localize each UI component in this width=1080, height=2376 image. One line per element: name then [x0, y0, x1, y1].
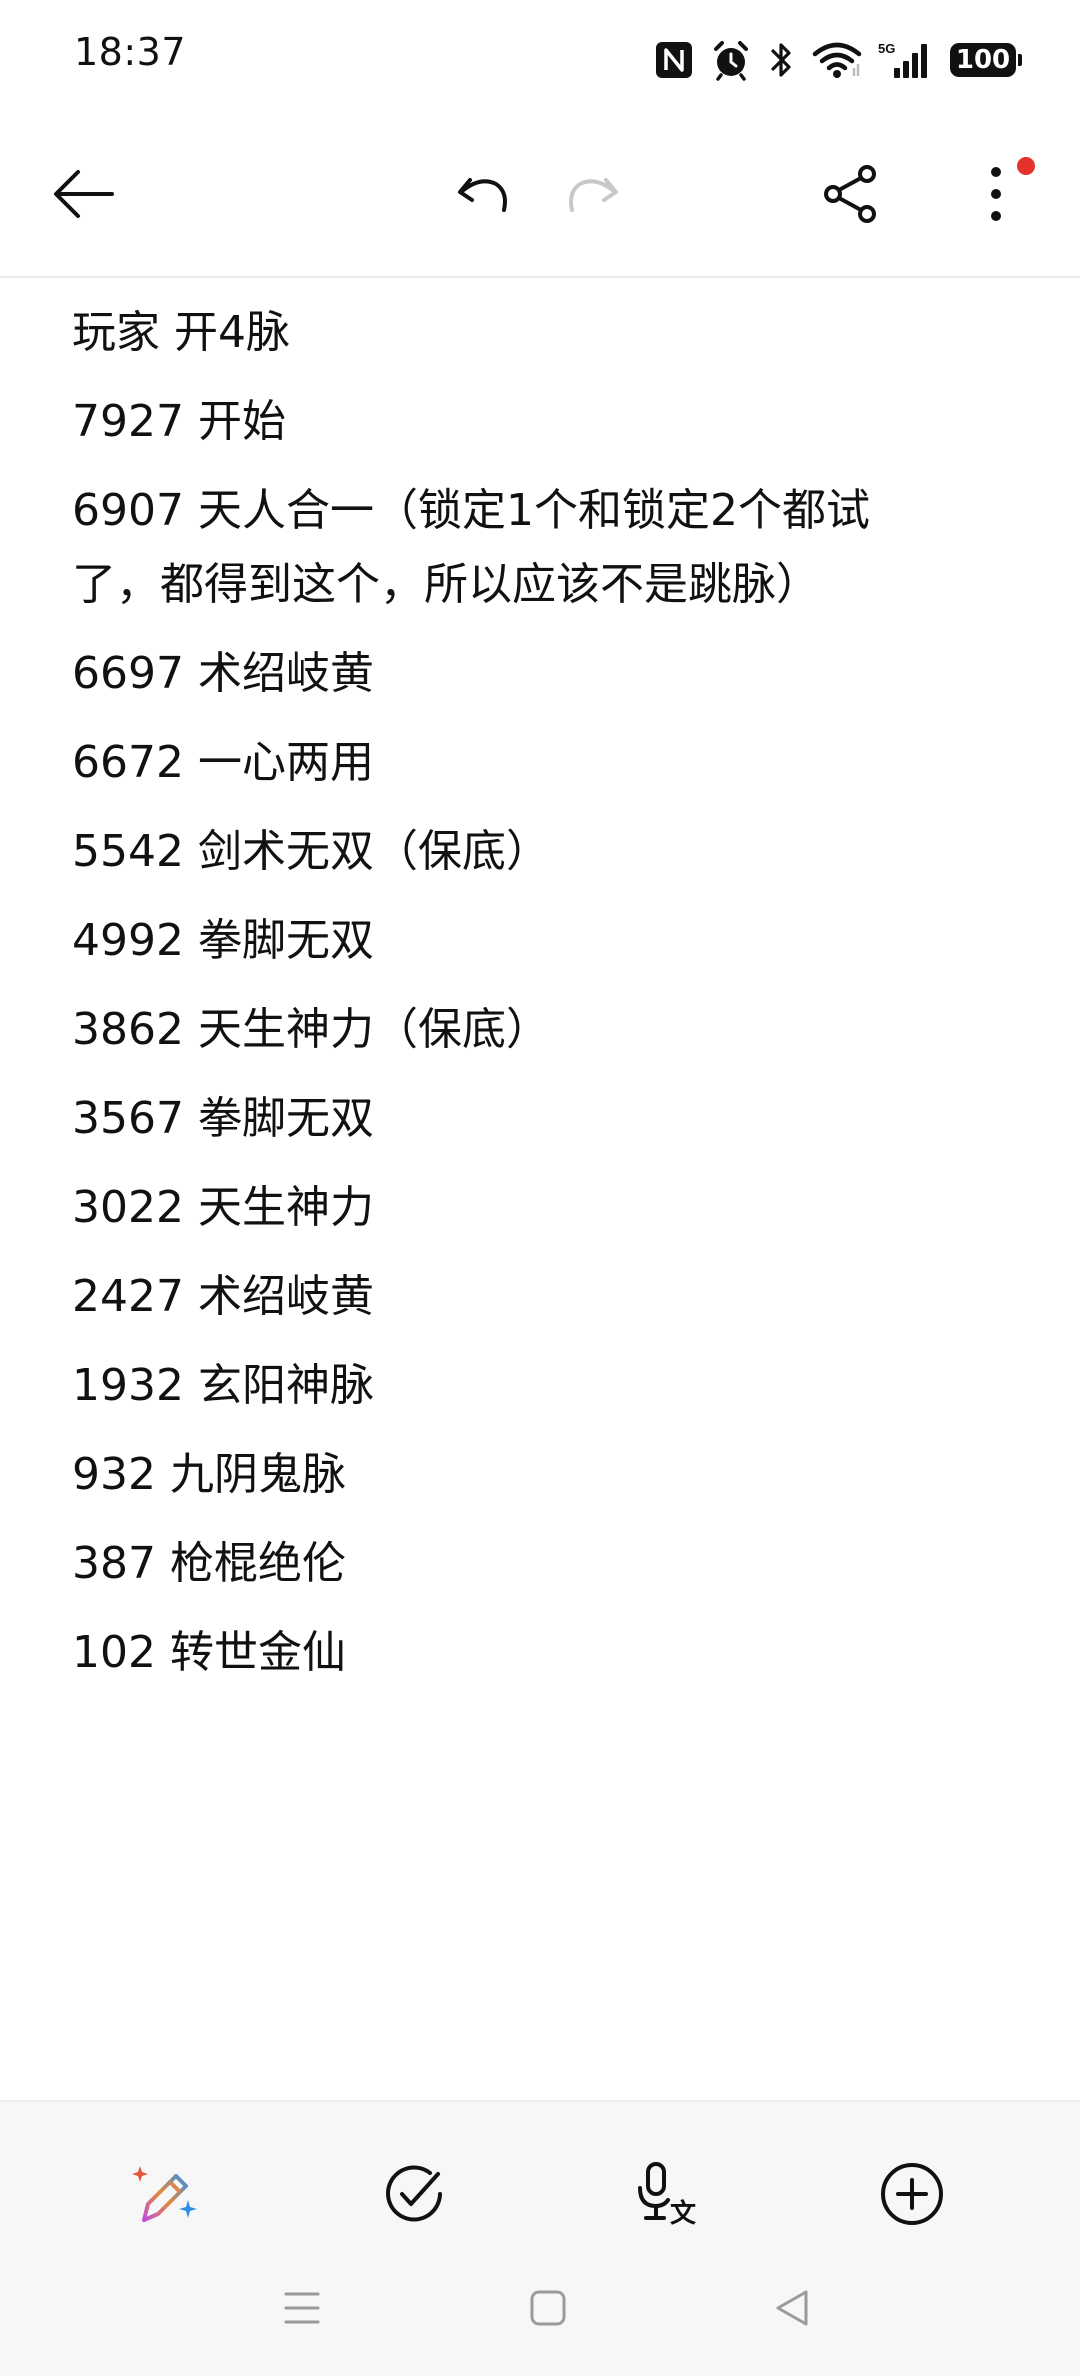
- bluetooth-icon: [768, 40, 796, 80]
- back-triangle-icon: [776, 2290, 808, 2326]
- battery-icon: 100: [950, 43, 1022, 77]
- nfc-icon: [654, 40, 694, 80]
- notes-screen: 18:37 5G 100 玩家 开4脉 7927 开始 6907 天人合一（锁定…: [0, 0, 1080, 2376]
- add-circle-icon: [881, 2163, 943, 2225]
- nav-home-button[interactable]: [508, 2276, 588, 2340]
- note-line: 5542 剑术无双（保底）: [72, 826, 550, 877]
- nav-recents-button[interactable]: [262, 2276, 342, 2340]
- redo-button[interactable]: [546, 146, 642, 242]
- wifi-icon: [812, 40, 862, 80]
- more-vert-icon: [991, 167, 1001, 221]
- note-line: 7927 开始: [72, 396, 286, 447]
- note-line: 4992 拳脚无双: [72, 915, 374, 966]
- menu-icon: [284, 2292, 320, 2324]
- checklist-icon: [386, 2165, 442, 2222]
- undo-button[interactable]: [434, 146, 530, 242]
- voice-text-glyph: 文: [670, 2198, 697, 2229]
- redo-icon: [569, 178, 618, 212]
- share-button[interactable]: [803, 146, 899, 242]
- note-line: 3567 拳脚无双: [72, 1093, 374, 1144]
- status-time: 18:37: [74, 30, 187, 74]
- note-line: 6907 天人合一（锁定1个和锁定2个都试了，都得到这个，所以应该不是跳脉）: [72, 485, 870, 610]
- home-square-icon: [530, 2290, 566, 2326]
- system-nav-bar: [0, 2254, 1080, 2376]
- note-line: 3022 天生神力: [72, 1182, 374, 1233]
- alarm-icon: [710, 39, 752, 81]
- note-line: 玩家 开4脉: [72, 307, 290, 358]
- 5g-signal-icon: 5G: [878, 40, 930, 80]
- status-bar: 18:37 5G 100: [0, 0, 1080, 112]
- note-line: 2427 术绍岐黄: [72, 1271, 374, 1322]
- ai-pen-icon: [132, 2166, 197, 2222]
- battery-level: 100: [955, 45, 1011, 75]
- note-body[interactable]: 玩家 开4脉 7927 开始 6907 天人合一（锁定1个和锁定2个都试了，都得…: [72, 296, 952, 1705]
- voice-input-button[interactable]: 文: [618, 2146, 714, 2242]
- back-button[interactable]: [36, 146, 132, 242]
- note-line: 3862 天生神力（保底）: [72, 1004, 550, 1055]
- share-icon: [824, 165, 876, 223]
- add-button[interactable]: [864, 2146, 960, 2242]
- status-icons: 5G 100: [654, 36, 1022, 84]
- nav-back-button[interactable]: [752, 2276, 832, 2340]
- note-line: 387 枪棍绝伦: [72, 1538, 346, 1589]
- checklist-button[interactable]: [366, 2146, 462, 2242]
- voice-to-text-icon: 文: [638, 2162, 697, 2229]
- note-line: 1932 玄阳神脉: [72, 1360, 374, 1411]
- note-line: 102 转世金仙: [72, 1627, 346, 1678]
- network-label: 5G: [878, 41, 895, 56]
- note-line: 6672 一心两用: [72, 737, 374, 788]
- back-arrow-icon: [54, 170, 114, 218]
- ai-write-button[interactable]: [118, 2146, 214, 2242]
- note-line: 932 九阴鬼脉: [72, 1449, 346, 1500]
- notification-dot: [1017, 157, 1035, 175]
- note-line: 6697 术绍岐黄: [72, 648, 374, 699]
- undo-icon: [458, 178, 507, 212]
- editor-toolbar: [0, 112, 1080, 278]
